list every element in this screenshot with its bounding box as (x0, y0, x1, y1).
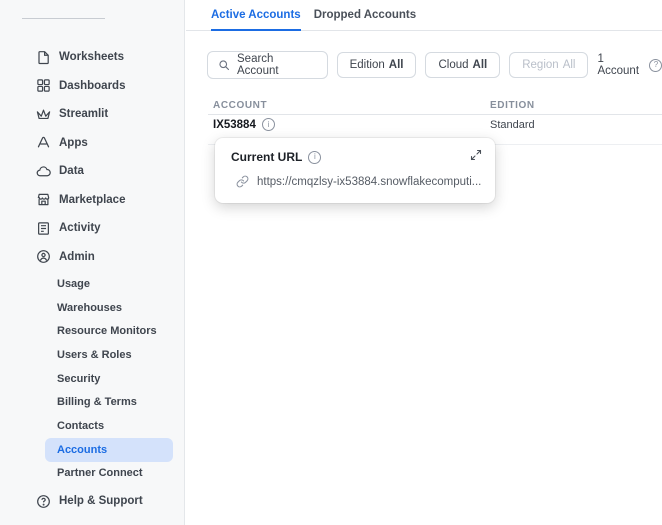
filter-label: Cloud (438, 59, 469, 71)
filter-label: Region (522, 59, 559, 71)
tab-active-accounts[interactable]: Active Accounts (211, 0, 301, 31)
sidebar-item-label: Dashboards (59, 79, 126, 92)
sidebar-top-divider (22, 18, 105, 19)
question-icon[interactable]: ? (649, 58, 662, 72)
sidebar-item-data[interactable]: Data (0, 157, 184, 186)
sidebar-item-label: Streamlit (59, 108, 109, 121)
search-icon (218, 59, 230, 71)
info-icon[interactable]: i (261, 118, 275, 131)
sidebar-subitem-resource-monitors[interactable]: Resource Monitors (0, 319, 184, 343)
activity-icon (35, 220, 51, 236)
sidebar-item-label: Admin (59, 250, 95, 263)
sidebar-item-marketplace[interactable]: Marketplace (0, 186, 184, 215)
search-placeholder: Search Account (237, 53, 279, 77)
sidebar-subitem-users-roles[interactable]: Users & Roles (0, 343, 184, 367)
table-row-edition-cell: Standard (490, 119, 535, 131)
current-url-popover: Current URL i https://cmqzlsy-ix53884.sn… (215, 138, 495, 203)
account-name: IX53884 (213, 118, 256, 131)
apps-icon (35, 135, 51, 151)
expand-button[interactable] (469, 148, 483, 162)
dashboards-icon (35, 78, 51, 94)
sidebar-item-label: Help & Support (59, 495, 143, 508)
column-header-edition[interactable]: EDITION (490, 100, 535, 111)
account-count: 1 Account ? (597, 53, 662, 77)
sidebar-item-label: Worksheets (59, 51, 124, 64)
marketplace-icon (35, 192, 51, 208)
popover-title: Current URL i (231, 150, 322, 164)
sidebar-item-activity[interactable]: Activity (0, 214, 184, 243)
account-url-row: https://cmqzlsy-ix53884.snowflakecomputi… (236, 175, 484, 188)
column-header-account[interactable]: ACCOUNT (213, 100, 267, 111)
table-row-account-cell[interactable]: IX53884 i (213, 118, 275, 131)
link-icon (236, 175, 249, 188)
info-icon[interactable]: i (308, 150, 322, 164)
sidebar-item-label: Activity (59, 222, 101, 235)
accounts-toolbar: Search Account Edition All Cloud All Reg… (207, 51, 662, 79)
sidebar-item-apps[interactable]: Apps (0, 129, 184, 158)
sidebar-item-help-support[interactable]: Help & Support (0, 487, 184, 516)
search-account-input[interactable]: Search Account (207, 51, 328, 79)
sidebar-item-admin[interactable]: Admin (0, 243, 184, 272)
region-filter-button[interactable]: Region All (509, 52, 589, 78)
sidebar-item-dashboards[interactable]: Dashboards (0, 72, 184, 101)
worksheets-icon (35, 49, 51, 65)
sidebar-nav: Worksheets Dashboards Streamlit Apps Dat… (0, 43, 184, 271)
accounts-tab-bar: Active Accounts Dropped Accounts (186, 0, 662, 31)
data-icon (35, 163, 51, 179)
help-icon (35, 493, 51, 509)
sidebar-subitem-usage[interactable]: Usage (0, 272, 184, 296)
account-count-label: 1 Account (597, 53, 640, 77)
popover-title-text: Current URL (231, 150, 303, 164)
sidebar-item-worksheets[interactable]: Worksheets (0, 43, 184, 72)
sidebar-item-streamlit[interactable]: Streamlit (0, 100, 184, 129)
filter-value: All (562, 59, 576, 71)
sidebar-subitem-warehouses[interactable]: Warehouses (0, 296, 184, 320)
help-support-section: Help & Support (0, 487, 184, 516)
edition-filter-button[interactable]: Edition All (336, 52, 417, 78)
sidebar-subitem-accounts[interactable]: Accounts (45, 437, 173, 462)
sidebar-subitem-contacts[interactable]: Contacts (0, 414, 184, 438)
sidebar-subitem-security[interactable]: Security (0, 367, 184, 391)
sidebar-item-label: Marketplace (59, 193, 126, 206)
sidebar: Worksheets Dashboards Streamlit Apps Dat… (0, 0, 185, 525)
filter-label: Edition (349, 59, 385, 71)
cloud-filter-button[interactable]: Cloud All (425, 52, 501, 78)
account-url[interactable]: https://cmqzlsy-ix53884.snowflakecomputi… (257, 176, 481, 188)
tab-dropped-accounts[interactable]: Dropped Accounts (314, 0, 416, 30)
sidebar-item-label: Apps (59, 136, 88, 149)
sidebar-subitem-billing-terms[interactable]: Billing & Terms (0, 390, 184, 414)
admin-icon (35, 249, 51, 265)
filter-value: All (388, 59, 404, 71)
sidebar-item-label: Data (59, 165, 84, 178)
admin-subnav: Usage Warehouses Resource Monitors Users… (0, 272, 184, 485)
table-header-divider (208, 114, 662, 115)
filter-value: All (472, 59, 488, 71)
sidebar-subitem-partner-connect[interactable]: Partner Connect (0, 462, 184, 486)
streamlit-icon (35, 106, 51, 122)
